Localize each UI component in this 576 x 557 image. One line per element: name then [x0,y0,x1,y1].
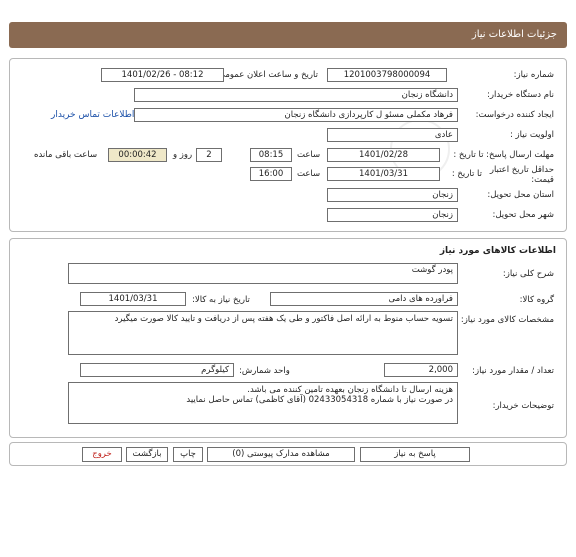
reply-time-field: 08:15 [250,148,292,162]
price-validity-to-label: تا تاریخ : [451,169,482,179]
reply-deadline-label: مهلت ارسال پاسخ: تا تاریخ : [453,150,554,160]
group-label: گروه کالا: [519,295,554,305]
validity-time-field: 16:00 [250,167,292,181]
announce-label: تاریخ و ساعت اعلان عمومی: [215,70,318,80]
delivery-province-field: زنجان [327,188,458,202]
qty-field: 2,000 [384,363,458,377]
action-bar: پاسخ به نیاز مشاهده مدارک پیوستی (0) چاپ… [9,442,567,466]
summary-label: شرح کلی نیاز: [502,269,554,279]
buyer-notes-field: هزینه ارسال تا دانشگاه زنجان بعهده تامین… [68,382,458,424]
buyer-org-label: نام دستگاه خریدار: [487,90,554,100]
days-label: روز و [173,150,193,160]
days-field: 2 [196,148,222,162]
goods-section-title: اطلاعات کالاهای مورد نیاز [439,246,556,256]
delivery-city-field: زنجان [327,208,458,222]
buyer-notes-line2: در صورت نیاز با شماره 02433054318 (آقای … [186,395,453,405]
need-date-label: تاریخ نیاز به کالا: [192,295,250,305]
priority-field: عادی [327,128,458,142]
remaining-time-field: 00:00:42 [108,148,167,162]
buyer-contact-link[interactable]: اطلاعات تماس خریدار [51,110,134,120]
price-validity-label: حداقل تاریخ اعتبار قیمت: [489,165,554,185]
requester-field: فرهاد مکملی مسئو ل کارپردازی دانشگاه زنج… [134,108,458,122]
buyer-notes-label: توضیحات خریدار: [492,401,554,411]
reply-button[interactable]: پاسخ به نیاز [360,447,470,462]
exit-button[interactable]: خروج [82,447,122,462]
announce-field: 1401/02/26 - 08:12 [101,68,224,82]
priority-label: اولویت نیاز : [509,130,554,140]
reply-date-field: 1401/02/28 [327,148,440,162]
unit-label: واحد شمارش: [239,366,290,376]
delivery-province-label: استان محل تحویل: [487,190,554,200]
qty-label: تعداد / مقدار مورد نیاز: [472,366,554,376]
validity-date-field: 1401/03/31 [327,167,440,181]
requester-label: ایجاد کننده درخواست: [475,110,554,120]
goods-panel: اطلاعات کالاهای مورد نیاز شرح کلی نیاز: … [9,238,567,438]
attachments-button[interactable]: مشاهده مدارک پیوستی (0) [207,447,355,462]
need-date-field: 1401/03/31 [80,292,186,306]
remaining-label: ساعت باقی مانده [34,150,98,160]
reply-time-label: ساعت [297,150,321,160]
buyer-org-field: دانشگاه زنجان [134,88,458,102]
buyer-notes-line1: هزینه ارسال تا دانشگاه زنجان بعهده تامین… [247,385,453,395]
delivery-city-label: شهر محل تحویل: [492,210,554,220]
spec-label: مشخصات کالای مورد نیاز: [460,315,554,325]
need-number-label: شماره نیاز: [513,70,554,80]
unit-field: کیلوگرم [80,363,234,377]
validity-time-label: ساعت [297,169,321,179]
page-title: جزئیات اطلاعات نیاز [471,29,557,40]
need-info-panel: شماره نیاز: 1201003798000094 تاریخ و ساع… [9,58,567,232]
spec-field: تسویه حساب منوط به ارائه اصل فاکتور و طی… [68,311,458,355]
group-field: فراورده های دامی [270,292,458,306]
back-button[interactable]: بازگشت [126,447,168,462]
summary-field: پودر گوشت [68,263,458,284]
need-number-field: 1201003798000094 [327,68,447,82]
print-button[interactable]: چاپ [173,447,203,462]
page-header: جزئیات اطلاعات نیاز [9,22,567,48]
